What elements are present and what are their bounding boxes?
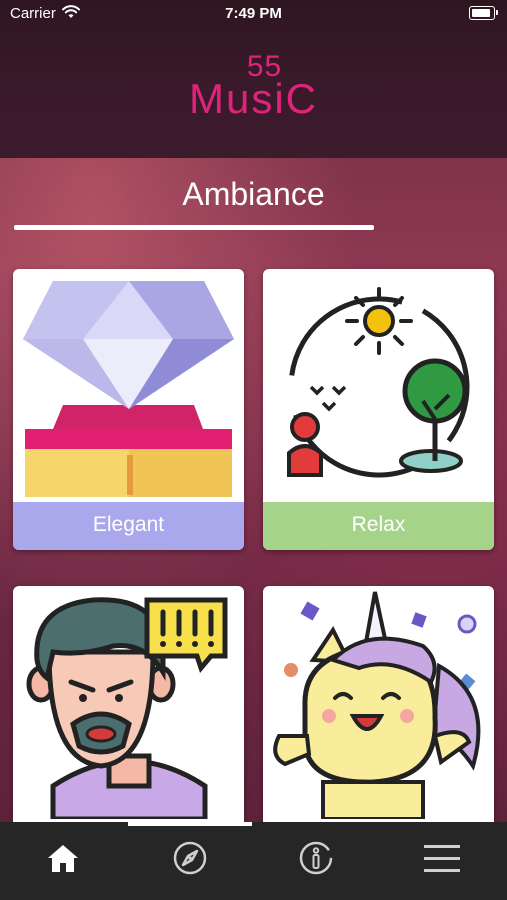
ambiance-card-relax[interactable]: Relax [263, 269, 494, 550]
home-icon [48, 845, 78, 872]
header: Carrier 7:49 PM 55 MusiC [0, 0, 507, 158]
diamond-icon [23, 281, 234, 497]
tab-indicator [128, 822, 252, 826]
title-underline [14, 225, 374, 230]
tab-explore[interactable] [160, 836, 220, 884]
ambiance-card-elegant[interactable]: Elegant [13, 269, 244, 550]
compass-icon [173, 841, 207, 875]
tab-bar [0, 822, 507, 900]
angry-man-icon [26, 597, 228, 819]
logo-text: MusiC [188, 75, 318, 122]
tab-home[interactable] [33, 836, 93, 884]
info-icon [299, 841, 333, 875]
app-screen: Carrier 7:49 PM 55 MusiC Ambiance Elegan… [0, 0, 507, 900]
nature-relax-icon [287, 287, 470, 478]
tab-info[interactable] [286, 836, 346, 884]
status-time: 7:49 PM [225, 5, 282, 22]
section-title: Ambiance [182, 176, 325, 212]
app-logo: 55 MusiC [0, 52, 507, 132]
menu-icon [424, 845, 460, 872]
tab-menu[interactable] [412, 836, 472, 884]
status-bar: Carrier 7:49 PM [0, 0, 507, 28]
card-label: Elegant [13, 502, 244, 550]
battery-icon [469, 6, 498, 20]
card-label: Relax [263, 502, 494, 550]
unicorn-icon [273, 591, 481, 819]
